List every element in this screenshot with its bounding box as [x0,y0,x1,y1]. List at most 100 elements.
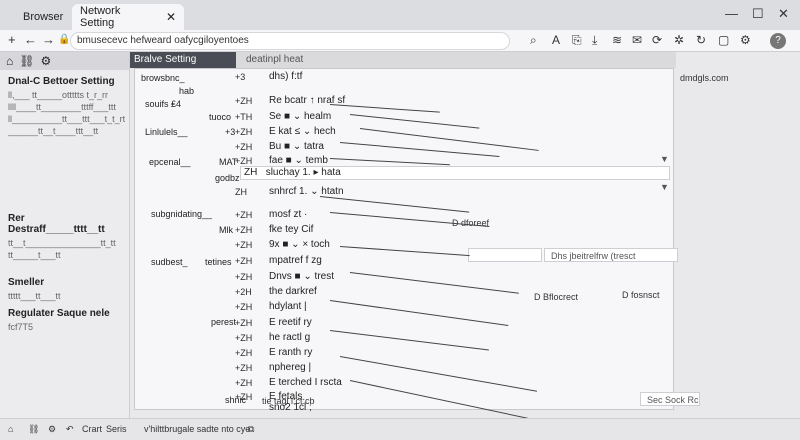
sidebar-icon-bar: ⌂ ⛓ ⚙ [0,52,129,70]
sidebar-line: llll____tt________tttff___ttt [8,102,116,112]
settings-gear-icon[interactable]: ⚙ [740,33,751,47]
sidebar-line: ______tt__t____ttt__tt [8,126,99,136]
home-icon[interactable]: ⌂ [6,54,13,68]
setting-row[interactable]: +ZH E kat ≤ ⌄ hech [235,124,336,139]
row-text: fke tey Cif [269,224,314,235]
row-text: E kat ≤ ⌄ hech [269,126,336,137]
sidebar-line: ll,___ tt_____ottttts t_r_rr [8,90,109,100]
refresh-icon[interactable]: ↻ [696,33,706,47]
share-icon[interactable]: ⎘ [572,33,582,48]
forward-icon[interactable]: → [42,32,55,47]
home-icon[interactable]: ⌂ [8,424,13,434]
setting-row[interactable]: +ZH he ractl g [235,330,310,345]
tab-network-setting[interactable]: Network Setting ✕ [72,4,184,30]
link-icon[interactable]: ⛓ [19,54,34,68]
close-window-button[interactable]: ✕ [778,6,789,22]
setting-row[interactable]: +ZH Bu ■ ⌄ tatra [235,139,324,154]
lock-icon: 🔒 [58,34,71,45]
value-box[interactable]: Dhs jbeitrelfrw (tresct [544,248,678,262]
search-icon[interactable]: ⌕ [530,33,537,48]
profile-avatar-icon[interactable]: ? [770,33,786,49]
settings-icon[interactable]: ⚙ [40,54,51,68]
sidebar-line: tt__t_______________tt_tt [8,238,116,248]
tab-label: Network Setting [80,5,121,29]
new-tab-icon[interactable]: + [8,32,16,47]
reload-icon[interactable]: ⟳ [652,33,662,47]
row-number: +ZH [235,239,253,250]
sidebar-line: tt_____t___tt [8,250,61,260]
field-label: hab [179,86,195,96]
setting-row[interactable]: +ZH Dnvs ■ ⌄ trest [235,269,334,284]
setting-row[interactable]: +ZH mpatref f zg [235,253,322,268]
address-bar[interactable]: bmusecevc hefweard oafycgiloyentoes [70,32,510,50]
row-number: +3 [235,71,246,82]
field-label: perest [211,317,237,327]
chevron-down-icon[interactable]: ▼ [660,182,669,192]
field-label: +3 [225,127,236,137]
setting-row[interactable]: +2H the darkref [235,284,317,299]
wifi-icon[interactable]: ≋ [612,33,622,47]
action-box[interactable]: Sec Sock Rc [640,392,700,406]
mail-icon[interactable]: ✉ [632,33,642,47]
row-text: E ranth ry [269,347,313,358]
row-text: Se ■ ⌄ healm [269,111,332,122]
setting-row[interactable]: +ZH mosf zt · [235,207,307,222]
sidebar-title: Dnal-C Bettoer Setting [8,76,115,87]
translate-icon[interactable]: A [552,33,560,47]
field-label: epcenal__ [149,157,191,167]
copy-icon[interactable]: ⧉ [248,424,254,435]
close-tab-icon[interactable]: ✕ [166,10,176,24]
sidebar-item-smeller[interactable]: Smeller [0,271,129,290]
row-text: snhrcf 1. ⌄ htatn [269,186,344,197]
minimize-button[interactable]: — [725,6,738,21]
row-number: +ZH [235,271,253,282]
row-number: +TH [235,111,253,122]
window-icon[interactable]: ▢ [718,33,729,47]
sidebar-line: ttttt___tt___tt [8,291,61,301]
setting-row[interactable]: +ZH Re bcatr ↑ nraf sf [235,93,345,108]
sidebar-section-title: Rer Destraff_____tttt__tt [8,213,105,235]
setting-row[interactable]: +ZH nphereg | [235,360,311,375]
status-label[interactable]: Seris [106,424,127,434]
setting-row[interactable]: +ZH E reetif ry [235,315,312,330]
row-text: dhs) f:tf [269,71,303,82]
title-bar: Browser Network Setting ✕ — ☐ ✕ [0,0,800,30]
annotation-label: D fosnsct [622,290,660,300]
field-label: godbz [215,173,240,183]
field-label: subgnidating__ [151,209,213,219]
setting-row[interactable]: +ZH E terched I rscta [235,375,342,390]
setting-row[interactable]: +ZH hdylant | [235,299,307,314]
row-text: he ractl g [269,332,311,343]
annotation-label: tie tagl l:ct:cb [262,396,315,406]
tab-browser[interactable]: Browser [10,4,70,30]
chevron-down-icon[interactable]: ▼ [660,154,669,164]
download-icon[interactable]: ⤓ [592,33,597,48]
setting-row[interactable]: +TH Se ■ ⌄ healm [235,109,331,124]
undo-icon[interactable]: ↶ [66,424,74,435]
sidebar-item-regulater[interactable]: Regulater Saque nele [0,302,129,321]
extensions-icon[interactable]: ✲ [674,33,684,47]
annotation-label: D Bflocrect [534,292,579,302]
right-label: dmdgls.com [680,73,729,83]
field-label: tetines [205,257,232,267]
browser-toolbar: + ← → 🔒 bmusecevc hefweard oafycgiloyent… [0,30,800,52]
back-icon[interactable]: ← [24,32,37,47]
row-number: +ZH [235,155,253,166]
setting-row[interactable]: +ZH fke tey Cif [235,222,313,237]
field-label: browsbnc_ [141,73,185,83]
setting-row[interactable]: +ZH E ranth ry [235,345,312,360]
row-text: Dnvs ■ ⌄ trest [269,271,334,282]
maximize-button[interactable]: ☐ [752,6,764,22]
setting-row[interactable]: +3 dhs) f:tf [235,69,302,84]
setting-row[interactable]: +ZH 9x ■ ⌄ × toch [235,237,330,252]
settings-icon[interactable]: ⚙ [48,424,56,435]
row-text: hdylant | [269,301,307,312]
row-number: +ZH [235,317,253,328]
row-number: +ZH [235,224,253,235]
sidebar: ⌂ ⛓ ⚙ Dnal-C Bettoer Setting ll,___ tt__… [0,52,130,440]
status-label[interactable]: Crart [82,424,102,434]
value-box[interactable] [468,248,542,262]
link-icon[interactable]: ⛓ [28,424,39,435]
row-text: mpatref f zg [269,255,322,266]
sidebar-line: ll__________tt___ttt___t_t_rt [8,114,126,124]
